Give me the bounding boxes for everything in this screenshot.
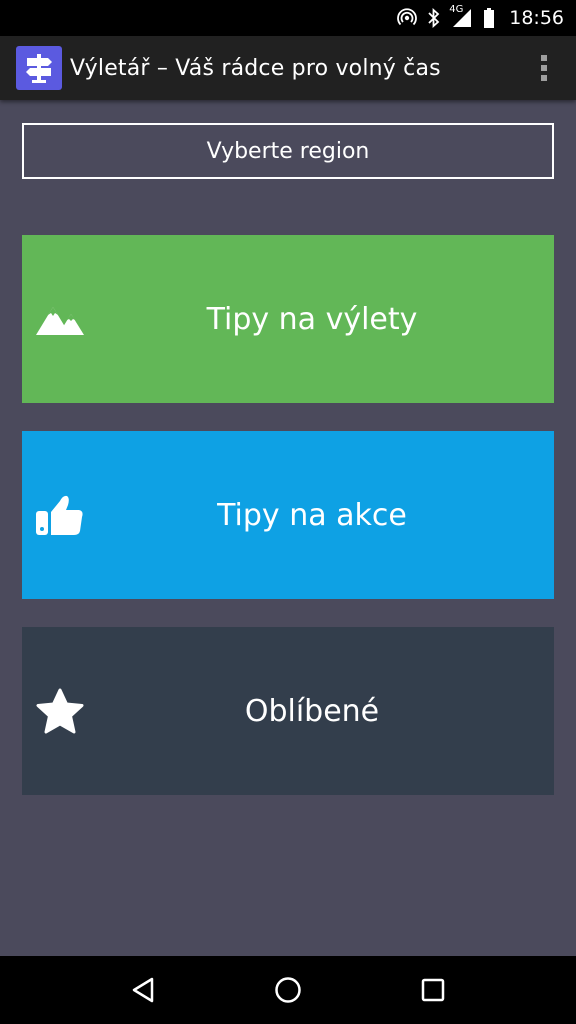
hotspot-icon xyxy=(397,8,418,28)
home-icon[interactable] xyxy=(258,960,318,1020)
mountains-icon xyxy=(36,295,84,343)
star-icon xyxy=(36,687,84,735)
select-region-label: Vyberte region xyxy=(206,138,370,164)
app-title: Výletář – Váš rádce pro volný čas xyxy=(70,55,441,81)
recents-icon[interactable] xyxy=(403,960,463,1020)
menu-dot xyxy=(541,75,547,81)
main-content: Vyberte region Tipy na výlety Tipy na ak… xyxy=(0,100,576,956)
signal-icon: 4G xyxy=(449,4,473,28)
event-tips-label: Tipy na akce xyxy=(217,497,407,533)
clock: 18:56 xyxy=(509,7,564,29)
battery-icon xyxy=(483,8,495,28)
select-region-button[interactable]: Vyberte region xyxy=(22,123,554,179)
system-nav-bar xyxy=(0,956,576,1024)
trip-tips-button[interactable]: Tipy na výlety xyxy=(22,235,554,403)
bluetooth-icon xyxy=(427,8,441,28)
favorites-label: Oblíbené xyxy=(244,693,380,729)
status-bar: 4G 18:56 xyxy=(0,0,576,36)
back-icon[interactable] xyxy=(113,960,173,1020)
event-tips-button[interactable]: Tipy na akce xyxy=(22,431,554,599)
favorites-button[interactable]: Oblíbené xyxy=(22,627,554,795)
trip-tips-label: Tipy na výlety xyxy=(206,301,418,337)
network-type: 4G xyxy=(449,4,464,15)
signpost-icon xyxy=(16,46,62,90)
app-bar: Výletář – Váš rádce pro volný čas xyxy=(0,36,576,100)
thumbs-up-icon xyxy=(36,491,84,539)
menu-dot xyxy=(541,55,547,61)
menu-dot xyxy=(541,65,547,71)
overflow-menu-icon[interactable] xyxy=(520,44,568,92)
